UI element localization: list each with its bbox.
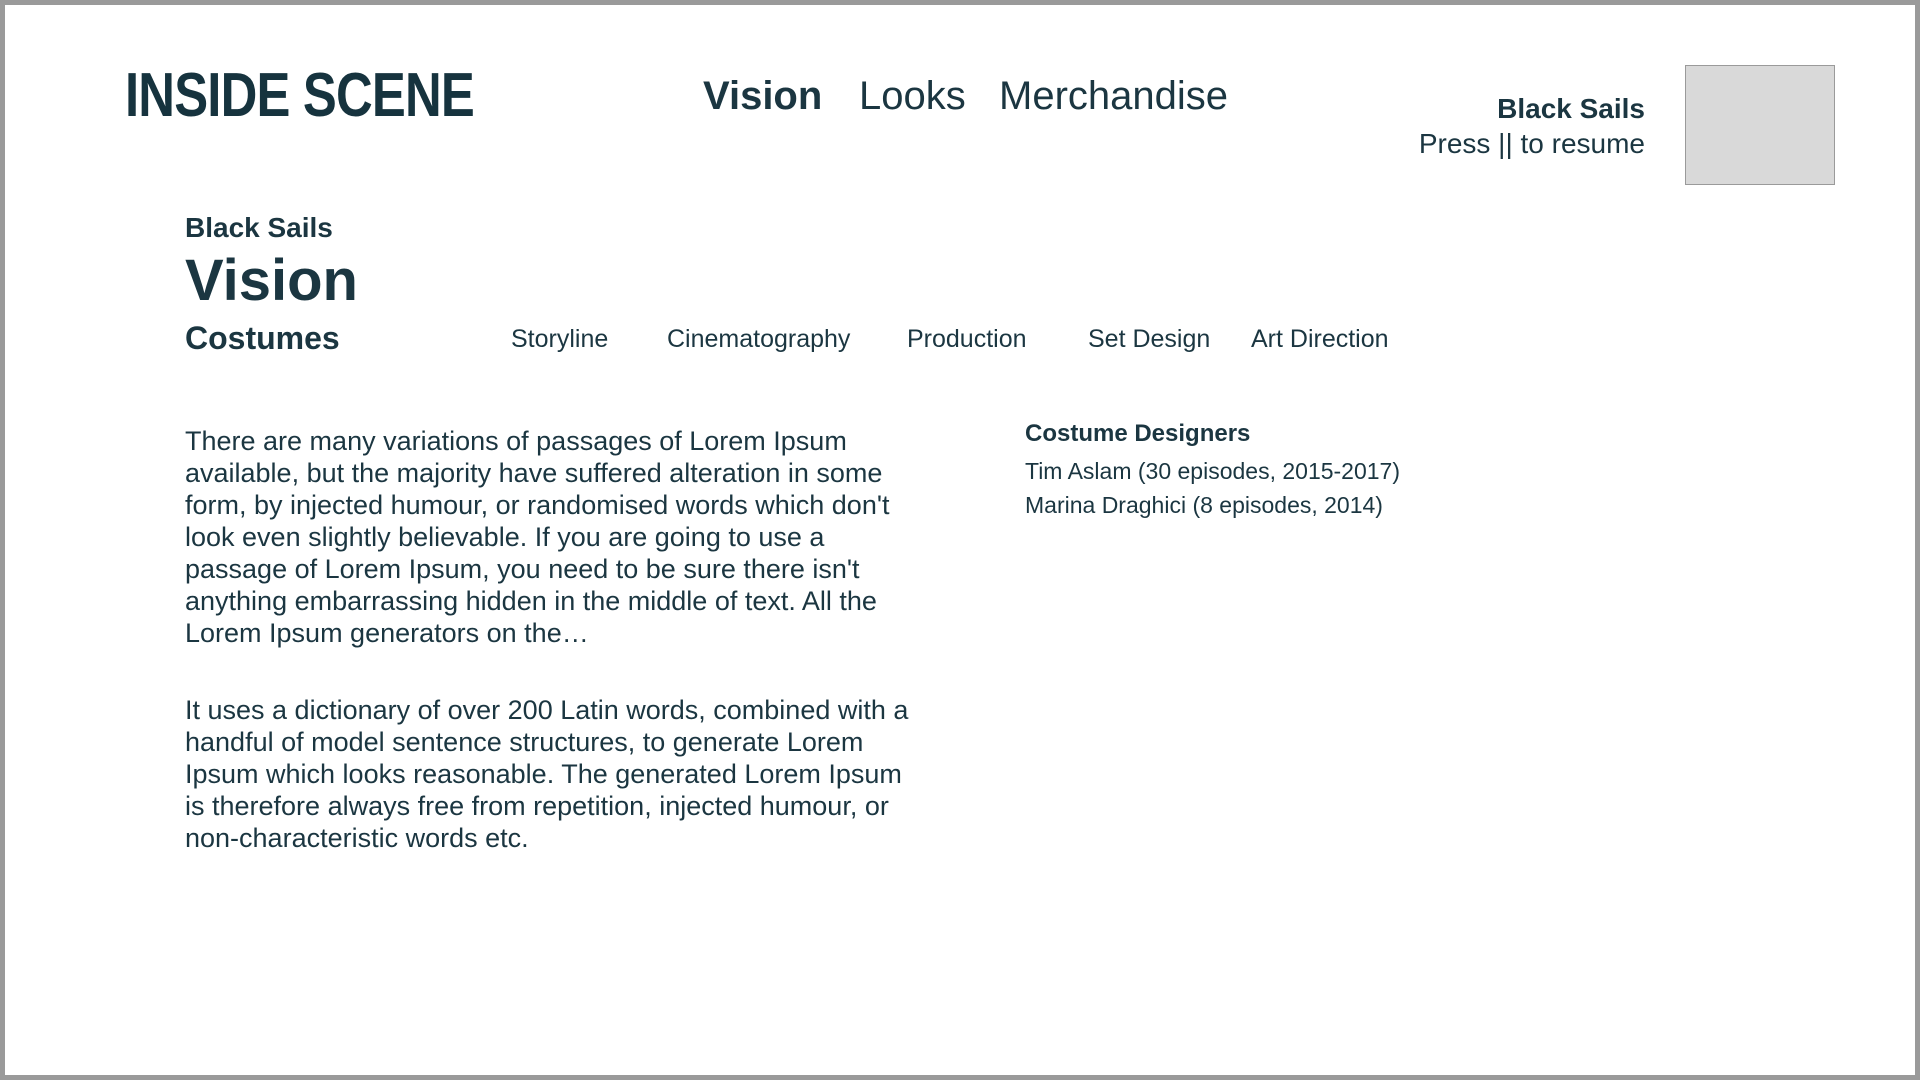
app-frame: INSIDE SCENE Vision Looks Merchandise Bl… xyxy=(0,0,1920,1080)
description-paragraph: It uses a dictionary of over 200 Latin w… xyxy=(185,695,909,853)
tab-costumes[interactable]: Costumes xyxy=(185,318,340,358)
designer-item: Marina Draghici (8 episodes, 2014) xyxy=(1025,492,1383,518)
costume-designers-heading: Costume Designers xyxy=(1025,420,1251,447)
tab-cinematography[interactable]: Cinematography xyxy=(667,322,850,356)
tab-art-direction[interactable]: Art Direction xyxy=(1251,322,1389,356)
tab-production[interactable]: Production xyxy=(907,322,1027,356)
nav-vision[interactable]: Vision xyxy=(703,71,822,121)
now-playing-title: Black Sails xyxy=(1497,93,1645,124)
app-logo[interactable]: INSIDE SCENE xyxy=(125,61,475,131)
description: There are many variations of passages of… xyxy=(185,425,915,899)
show-name: Black Sails xyxy=(185,212,333,243)
tab-storyline[interactable]: Storyline xyxy=(511,322,608,356)
page-title: Vision xyxy=(185,248,358,313)
costume-designers: Costume Designers Tim Aslam (30 episodes… xyxy=(1025,418,1625,522)
nav-merchandise[interactable]: Merchandise xyxy=(999,71,1228,121)
now-playing: Black Sails Press || to resume xyxy=(1419,91,1645,161)
description-paragraph: There are many variations of passages of… xyxy=(185,426,890,648)
designer-item: Tim Aslam (30 episodes, 2015-2017) xyxy=(1025,458,1401,484)
nav-looks[interactable]: Looks xyxy=(859,71,966,121)
resume-hint: Press || to resume xyxy=(1418,128,1645,159)
now-playing-thumbnail[interactable] xyxy=(1685,65,1835,185)
tab-set-design[interactable]: Set Design xyxy=(1088,322,1210,356)
